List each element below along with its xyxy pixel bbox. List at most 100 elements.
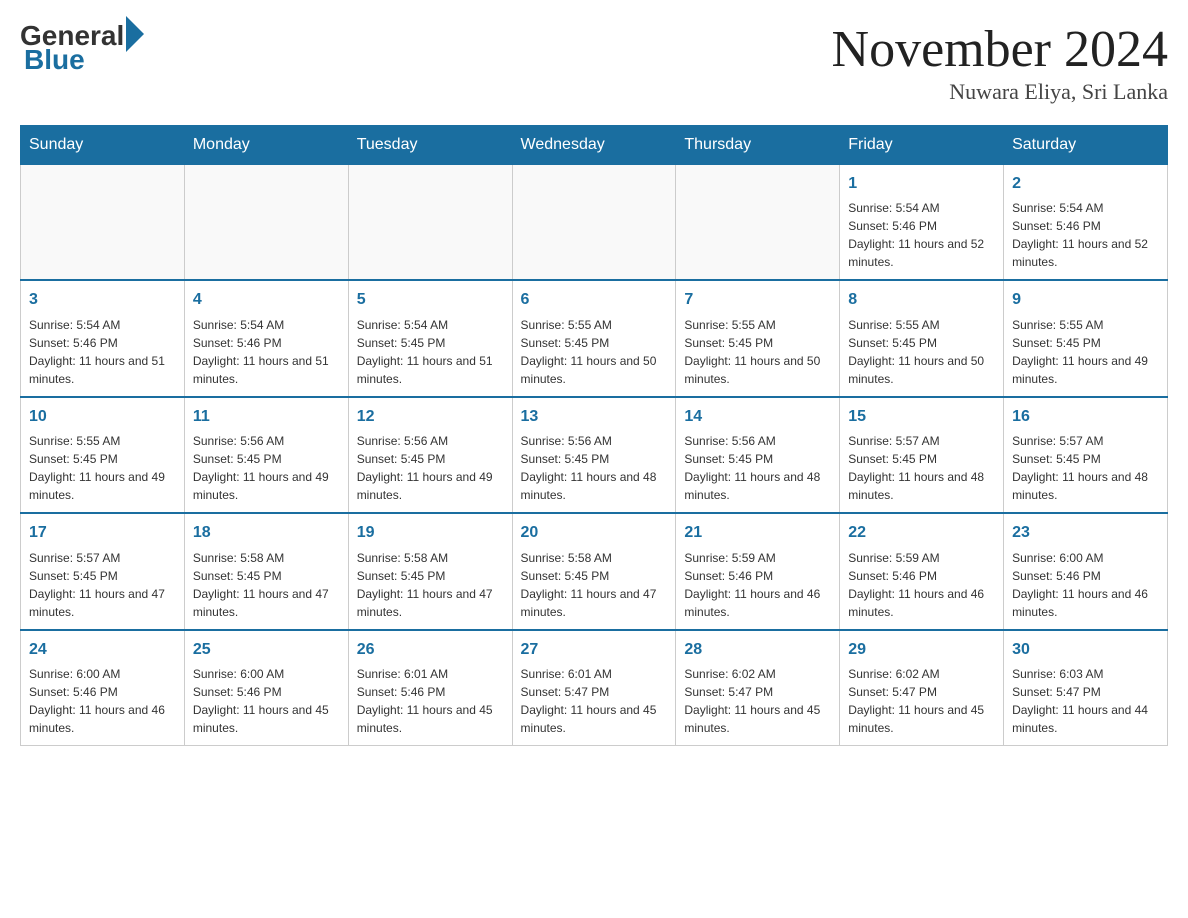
day-info: Sunrise: 6:02 AMSunset: 5:47 PMDaylight:… — [848, 665, 995, 737]
calendar-cell: 27 Sunrise: 6:01 AMSunset: 5:47 PMDayligh… — [512, 630, 676, 746]
calendar-cell — [348, 165, 512, 281]
day-info: Sunrise: 5:59 AMSunset: 5:46 PMDaylight:… — [848, 549, 995, 621]
day-info: Sunrise: 6:01 AMSunset: 5:46 PMDaylight:… — [357, 665, 504, 737]
day-number: 15 — [848, 406, 995, 428]
day-number: 7 — [684, 289, 831, 311]
calendar-cell: 3 Sunrise: 5:54 AMSunset: 5:46 PMDaylight… — [21, 280, 185, 396]
calendar-cell: 13 Sunrise: 5:56 AMSunset: 5:45 PMDayligh… — [512, 397, 676, 513]
calendar-cell — [184, 165, 348, 281]
calendar-cell: 26 Sunrise: 6:01 AMSunset: 5:46 PMDayligh… — [348, 630, 512, 746]
day-info: Sunrise: 5:54 AMSunset: 5:46 PMDaylight:… — [193, 316, 340, 388]
day-number: 5 — [357, 289, 504, 311]
day-info: Sunrise: 6:02 AMSunset: 5:47 PMDaylight:… — [684, 665, 831, 737]
day-header-friday: Friday — [840, 126, 1004, 165]
day-header-tuesday: Tuesday — [348, 126, 512, 165]
day-info: Sunrise: 5:56 AMSunset: 5:45 PMDaylight:… — [684, 432, 831, 504]
day-info: Sunrise: 5:58 AMSunset: 5:45 PMDaylight:… — [521, 549, 668, 621]
day-header-sunday: Sunday — [21, 126, 185, 165]
day-info: Sunrise: 5:54 AMSunset: 5:46 PMDaylight:… — [1012, 199, 1159, 271]
calendar-cell: 24Sunrise: 6:00 AMSunset: 5:46 PMDayligh… — [21, 630, 185, 746]
day-info: Sunrise: 5:55 AMSunset: 5:45 PMDaylight:… — [521, 316, 668, 388]
calendar-cell: 22 Sunrise: 5:59 AMSunset: 5:46 PMDayligh… — [840, 513, 1004, 629]
calendar-week-row: 24Sunrise: 6:00 AMSunset: 5:46 PMDayligh… — [21, 630, 1168, 746]
day-number: 14 — [684, 406, 831, 428]
day-number: 16 — [1012, 406, 1159, 428]
day-number: 11 — [193, 406, 340, 428]
day-info: Sunrise: 5:57 AMSunset: 5:45 PMDaylight:… — [848, 432, 995, 504]
calendar-cell: 7 Sunrise: 5:55 AMSunset: 5:45 PMDaylight… — [676, 280, 840, 396]
day-info: Sunrise: 5:55 AMSunset: 5:45 PMDaylight:… — [848, 316, 995, 388]
calendar-table: SundayMondayTuesdayWednesdayThursdayFrid… — [20, 125, 1168, 746]
day-number: 3 — [29, 289, 176, 311]
calendar-cell: 28 Sunrise: 6:02 AMSunset: 5:47 PMDayligh… — [676, 630, 840, 746]
calendar-cell: 9 Sunrise: 5:55 AMSunset: 5:45 PMDaylight… — [1004, 280, 1168, 396]
day-number: 13 — [521, 406, 668, 428]
day-info: Sunrise: 5:57 AMSunset: 5:45 PMDaylight:… — [29, 549, 176, 621]
day-number: 23 — [1012, 522, 1159, 544]
day-number: 28 — [684, 639, 831, 661]
day-number: 19 — [357, 522, 504, 544]
day-info: Sunrise: 5:54 AMSunset: 5:46 PMDaylight:… — [848, 199, 995, 271]
day-header-monday: Monday — [184, 126, 348, 165]
day-number: 6 — [521, 289, 668, 311]
calendar-cell: 30Sunrise: 6:03 AMSunset: 5:47 PMDayligh… — [1004, 630, 1168, 746]
day-info: Sunrise: 5:58 AMSunset: 5:45 PMDaylight:… — [193, 549, 340, 621]
day-number: 2 — [1012, 173, 1159, 195]
calendar-cell: 19 Sunrise: 5:58 AMSunset: 5:45 PMDayligh… — [348, 513, 512, 629]
day-number: 8 — [848, 289, 995, 311]
logo-blue-text: Blue — [24, 44, 85, 76]
calendar-cell — [21, 165, 185, 281]
month-year-title: November 2024 — [832, 20, 1168, 79]
day-info: Sunrise: 5:54 AMSunset: 5:46 PMDaylight:… — [29, 316, 176, 388]
day-info: Sunrise: 5:55 AMSunset: 5:45 PMDaylight:… — [684, 316, 831, 388]
calendar-cell: 10 Sunrise: 5:55 AMSunset: 5:45 PMDayligh… — [21, 397, 185, 513]
calendar-week-row: 10 Sunrise: 5:55 AMSunset: 5:45 PMDayligh… — [21, 397, 1168, 513]
calendar-cell: 16 Sunrise: 5:57 AMSunset: 5:45 PMDayligh… — [1004, 397, 1168, 513]
day-header-thursday: Thursday — [676, 126, 840, 165]
day-info: Sunrise: 5:58 AMSunset: 5:45 PMDaylight:… — [357, 549, 504, 621]
calendar-cell: 14 Sunrise: 5:56 AMSunset: 5:45 PMDayligh… — [676, 397, 840, 513]
day-header-saturday: Saturday — [1004, 126, 1168, 165]
day-info: Sunrise: 6:00 AMSunset: 5:46 PMDaylight:… — [193, 665, 340, 737]
day-info: Sunrise: 5:56 AMSunset: 5:45 PMDaylight:… — [521, 432, 668, 504]
day-info: Sunrise: 6:00 AMSunset: 5:46 PMDaylight:… — [29, 665, 176, 737]
calendar-header-row: SundayMondayTuesdayWednesdayThursdayFrid… — [21, 126, 1168, 165]
day-info: Sunrise: 5:56 AMSunset: 5:45 PMDaylight:… — [357, 432, 504, 504]
day-info: Sunrise: 5:55 AMSunset: 5:45 PMDaylight:… — [29, 432, 176, 504]
calendar-cell — [676, 165, 840, 281]
calendar-cell: 17 Sunrise: 5:57 AMSunset: 5:45 PMDayligh… — [21, 513, 185, 629]
day-info: Sunrise: 5:57 AMSunset: 5:45 PMDaylight:… — [1012, 432, 1159, 504]
day-header-wednesday: Wednesday — [512, 126, 676, 165]
day-info: Sunrise: 5:56 AMSunset: 5:45 PMDaylight:… — [193, 432, 340, 504]
day-info: Sunrise: 5:59 AMSunset: 5:46 PMDaylight:… — [684, 549, 831, 621]
calendar-cell: 25Sunrise: 6:00 AMSunset: 5:46 PMDayligh… — [184, 630, 348, 746]
day-number: 10 — [29, 406, 176, 428]
location-subtitle: Nuwara Eliya, Sri Lanka — [832, 79, 1168, 105]
day-number: 29 — [848, 639, 995, 661]
calendar-cell: 12Sunrise: 5:56 AMSunset: 5:45 PMDayligh… — [348, 397, 512, 513]
day-number: 22 — [848, 522, 995, 544]
calendar-cell: 2 Sunrise: 5:54 AMSunset: 5:46 PMDaylight… — [1004, 165, 1168, 281]
calendar-cell: 4 Sunrise: 5:54 AMSunset: 5:46 PMDaylight… — [184, 280, 348, 396]
day-number: 30 — [1012, 639, 1159, 661]
day-number: 17 — [29, 522, 176, 544]
day-number: 26 — [357, 639, 504, 661]
day-info: Sunrise: 6:01 AMSunset: 5:47 PMDaylight:… — [521, 665, 668, 737]
calendar-cell: 1 Sunrise: 5:54 AMSunset: 5:46 PMDaylight… — [840, 165, 1004, 281]
day-number: 1 — [848, 173, 995, 195]
day-number: 18 — [193, 522, 340, 544]
day-info: Sunrise: 5:54 AMSunset: 5:45 PMDaylight:… — [357, 316, 504, 388]
calendar-cell: 6 Sunrise: 5:55 AMSunset: 5:45 PMDaylight… — [512, 280, 676, 396]
logo-arrow-icon — [126, 16, 144, 52]
calendar-cell: 5 Sunrise: 5:54 AMSunset: 5:45 PMDaylight… — [348, 280, 512, 396]
calendar-cell: 18 Sunrise: 5:58 AMSunset: 5:45 PMDayligh… — [184, 513, 348, 629]
calendar-cell: 21Sunrise: 5:59 AMSunset: 5:46 PMDayligh… — [676, 513, 840, 629]
day-number: 27 — [521, 639, 668, 661]
calendar-cell: 11 Sunrise: 5:56 AMSunset: 5:45 PMDayligh… — [184, 397, 348, 513]
calendar-cell: 23Sunrise: 6:00 AMSunset: 5:46 PMDayligh… — [1004, 513, 1168, 629]
day-number: 9 — [1012, 289, 1159, 311]
day-number: 4 — [193, 289, 340, 311]
calendar-cell: 20Sunrise: 5:58 AMSunset: 5:45 PMDayligh… — [512, 513, 676, 629]
day-info: Sunrise: 5:55 AMSunset: 5:45 PMDaylight:… — [1012, 316, 1159, 388]
logo: General Blue — [20, 20, 144, 76]
